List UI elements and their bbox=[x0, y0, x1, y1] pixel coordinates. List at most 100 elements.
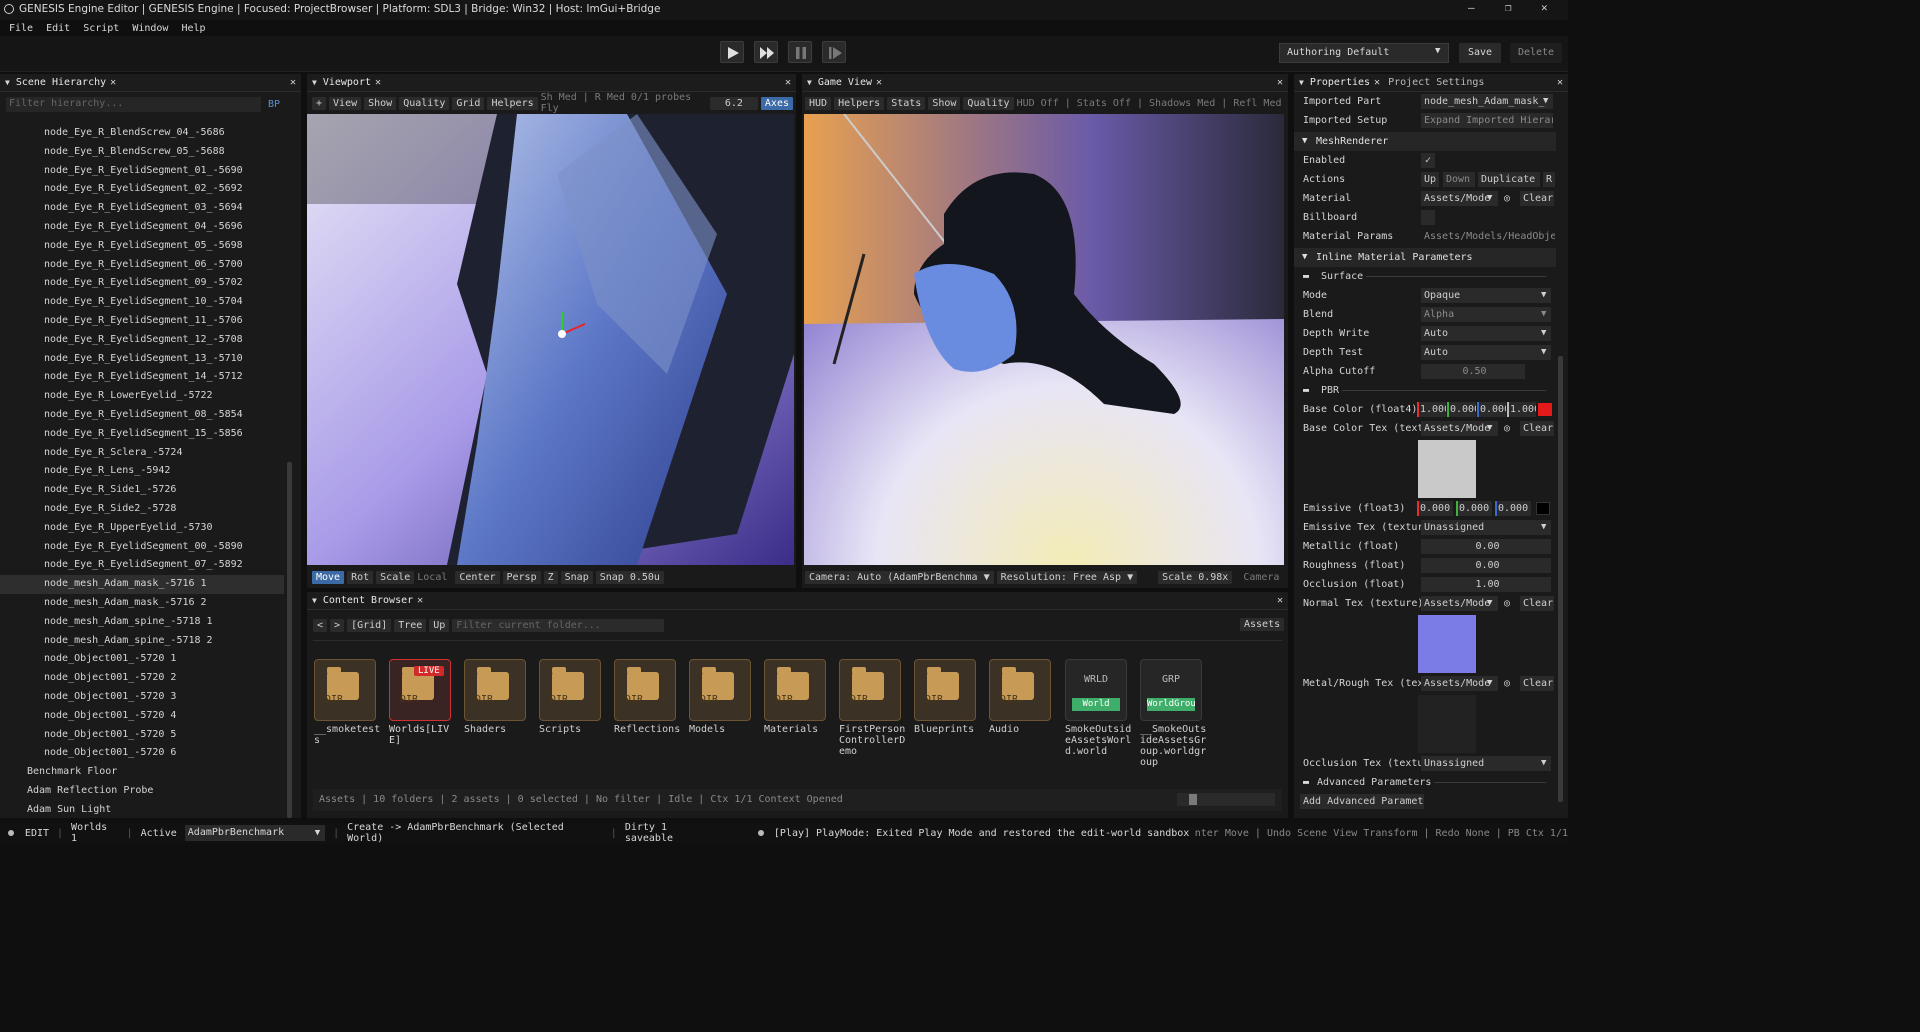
tree-item[interactable]: node_Object001_-5720 1 bbox=[0, 650, 284, 669]
resolution-dropdown[interactable]: Resolution: Free Asp ▼ bbox=[996, 570, 1138, 584]
inline-material-header[interactable]: ▼ Inline Material Parameters bbox=[1294, 248, 1556, 267]
normal-tex-dropdown[interactable]: Assets/Mode ▼ bbox=[1421, 596, 1498, 611]
tree-item[interactable]: node_Eye_R_EyelidSegment_14_-5712 bbox=[0, 368, 284, 387]
collapse-icon[interactable]: ▼ bbox=[1299, 78, 1304, 87]
tree-item[interactable]: node_Eye_R_EyelidSegment_09_-5702 bbox=[0, 274, 284, 293]
hud-button[interactable]: HUD bbox=[805, 96, 832, 110]
clear-normal-tex-button[interactable]: Clear bbox=[1520, 596, 1554, 611]
tab-viewport[interactable]: Viewport bbox=[323, 77, 371, 88]
viewport-quality-button[interactable]: Quality bbox=[399, 96, 450, 110]
back-button[interactable]: < bbox=[313, 618, 328, 632]
viewport-view-button[interactable]: View bbox=[329, 96, 362, 110]
metal-rough-dropdown[interactable]: Assets/Mode ▼ bbox=[1421, 676, 1498, 691]
duplicate-button[interactable]: Duplicate bbox=[1478, 172, 1540, 187]
tree-item[interactable]: node_Object001_-5720 2 bbox=[0, 669, 284, 688]
rotate-tool-button[interactable]: Rot bbox=[347, 570, 374, 584]
move-tool-button[interactable]: Move bbox=[312, 570, 345, 584]
close-panel-icon[interactable]: ✕ bbox=[1277, 77, 1283, 88]
tree-item[interactable]: node_Eye_R_EyelidSegment_07_-5892 bbox=[0, 556, 284, 575]
clear-material-button[interactable]: Clear bbox=[1520, 191, 1554, 206]
tree-view-button[interactable]: Tree bbox=[394, 618, 427, 632]
tree-item[interactable]: node_Eye_R_BlendScrew_04_-5686 bbox=[0, 124, 284, 143]
menu-help[interactable]: Help bbox=[181, 23, 205, 34]
tab-game-view[interactable]: Game View bbox=[818, 77, 872, 88]
folder-tile[interactable]: DIR bbox=[764, 659, 826, 721]
close-panel-icon[interactable]: ✕ bbox=[290, 77, 296, 88]
close-panel-icon[interactable]: ✕ bbox=[1277, 595, 1283, 606]
tree-item[interactable]: node_Eye_R_Lens_-5942 bbox=[0, 462, 284, 481]
tab-properties[interactable]: Properties bbox=[1310, 77, 1370, 88]
folder-filter-input[interactable]: Filter current folder... bbox=[452, 618, 665, 632]
local-toggle[interactable]: Local bbox=[417, 572, 447, 583]
close-panel-icon[interactable]: ✕ bbox=[785, 77, 791, 88]
pause-button[interactable] bbox=[788, 41, 812, 63]
viewport-helpers-button[interactable]: Helpers bbox=[487, 96, 538, 110]
clear-base-tex-button[interactable]: Clear bbox=[1520, 421, 1554, 436]
properties-scrollbar[interactable] bbox=[1558, 356, 1563, 802]
axes-toggle[interactable]: Axes bbox=[760, 96, 793, 110]
step-button[interactable] bbox=[822, 41, 846, 63]
tree-item[interactable]: node_Eye_R_Side2_-5728 bbox=[0, 500, 284, 519]
depth-test-dropdown[interactable]: Auto ▼ bbox=[1421, 345, 1551, 360]
alpha-cutoff-slider[interactable]: 0.50 bbox=[1421, 364, 1525, 379]
tree-item[interactable]: node_Eye_R_EyelidSegment_13_-5710 bbox=[0, 350, 284, 369]
expand-imported-button[interactable]: Expand Imported Hierarc bbox=[1421, 113, 1553, 128]
camera-speed-field[interactable]: 6.2 bbox=[709, 96, 758, 110]
clear-metal-rough-button[interactable]: Clear bbox=[1520, 676, 1554, 691]
base-color-g[interactable]: 0.000 bbox=[1447, 402, 1476, 417]
tree-item[interactable]: node_Eye_R_BlendScrew_05_-5688 bbox=[0, 143, 284, 162]
close-tab-icon[interactable]: ✕ bbox=[1374, 77, 1380, 88]
base-color-r[interactable]: 1.000 bbox=[1417, 402, 1446, 417]
save-button[interactable]: Save bbox=[1459, 43, 1501, 63]
folder-tile[interactable]: DIR bbox=[989, 659, 1051, 721]
target-icon[interactable]: ◎ bbox=[1504, 674, 1510, 693]
gameview-helpers-button[interactable]: Helpers bbox=[834, 96, 885, 110]
meshrenderer-header[interactable]: ▼ MeshRenderer bbox=[1294, 132, 1556, 151]
tree-item[interactable]: node_Eye_R_EyelidSegment_15_-5856 bbox=[0, 425, 284, 444]
tree-item[interactable]: node_Eye_R_EyelidSegment_08_-5854 bbox=[0, 406, 284, 425]
tree-item[interactable]: node_Eye_R_Side1_-5726 bbox=[0, 481, 284, 500]
collapse-icon[interactable]: ▼ bbox=[312, 78, 317, 87]
viewport-add-button[interactable]: + bbox=[312, 96, 327, 110]
tree-item[interactable]: node_Eye_R_EyelidSegment_11_-5706 bbox=[0, 312, 284, 331]
menu-window[interactable]: Window bbox=[132, 23, 168, 34]
folder-tile[interactable]: DIR bbox=[314, 659, 376, 721]
maximize-icon[interactable]: ❐ bbox=[1505, 1, 1512, 14]
menu-script[interactable]: Script bbox=[83, 23, 119, 34]
scale-tool-button[interactable]: Scale bbox=[376, 570, 415, 584]
gameview-quality-button[interactable]: Quality bbox=[963, 96, 1014, 110]
camera-dropdown[interactable]: Camera: Auto (AdamPbrBenchma ▼ bbox=[805, 570, 994, 584]
stats-button[interactable]: Stats bbox=[887, 96, 926, 110]
mode-dropdown[interactable]: Opaque ▼ bbox=[1421, 288, 1551, 303]
minimize-icon[interactable]: — bbox=[1468, 1, 1475, 14]
tab-project-settings[interactable]: Project Settings bbox=[1388, 77, 1484, 88]
grid-view-button[interactable]: [Grid] bbox=[347, 618, 392, 632]
close-tab-icon[interactable]: ✕ bbox=[876, 77, 882, 88]
emissive-r[interactable]: 0.000 bbox=[1417, 501, 1453, 516]
tree-item[interactable]: node_Eye_R_UpperEyelid_-5730 bbox=[0, 519, 284, 538]
roughness-slider[interactable]: 0.00 bbox=[1421, 558, 1551, 573]
active-world-dropdown[interactable]: AdamPbrBenchmark ▼ bbox=[184, 825, 326, 841]
tree-root-item[interactable]: Adam Reflection Probe bbox=[0, 782, 284, 801]
snap-size-field[interactable]: Snap 0.50u bbox=[595, 570, 664, 584]
menu-edit[interactable]: Edit bbox=[46, 23, 70, 34]
add-advanced-button[interactable]: Add Advanced Parameter bbox=[1300, 794, 1424, 809]
enabled-checkbox[interactable]: ✓ bbox=[1421, 153, 1435, 168]
projection-button[interactable]: Persp bbox=[502, 570, 541, 584]
folder-tile[interactable]: DIR bbox=[689, 659, 751, 721]
tree-item[interactable]: node_mesh_Adam_mask_-5716 1 bbox=[0, 575, 284, 594]
tree-root-item[interactable]: Adam Sun Light bbox=[0, 801, 284, 818]
occlusion-tex-dropdown[interactable]: Unassigned ▼ bbox=[1421, 756, 1551, 771]
forward-button[interactable]: > bbox=[330, 618, 345, 632]
menu-file[interactable]: File bbox=[9, 23, 33, 34]
folder-tile[interactable]: DIR bbox=[914, 659, 976, 721]
material-dropdown[interactable]: Assets/Mode ▼ bbox=[1421, 191, 1498, 206]
snap-button[interactable]: Snap bbox=[560, 570, 593, 584]
delete-button[interactable]: Delete bbox=[1510, 43, 1562, 63]
assets-button[interactable]: Assets bbox=[1240, 618, 1285, 631]
move-down-button[interactable]: Down bbox=[1443, 172, 1475, 187]
collapse-icon[interactable]: ▼ bbox=[807, 78, 812, 87]
close-window-icon[interactable]: ✕ bbox=[1541, 1, 1548, 14]
tree-item[interactable]: node_Eye_R_EyelidSegment_05_-5698 bbox=[0, 237, 284, 256]
depth-write-dropdown[interactable]: Auto ▼ bbox=[1421, 326, 1551, 341]
